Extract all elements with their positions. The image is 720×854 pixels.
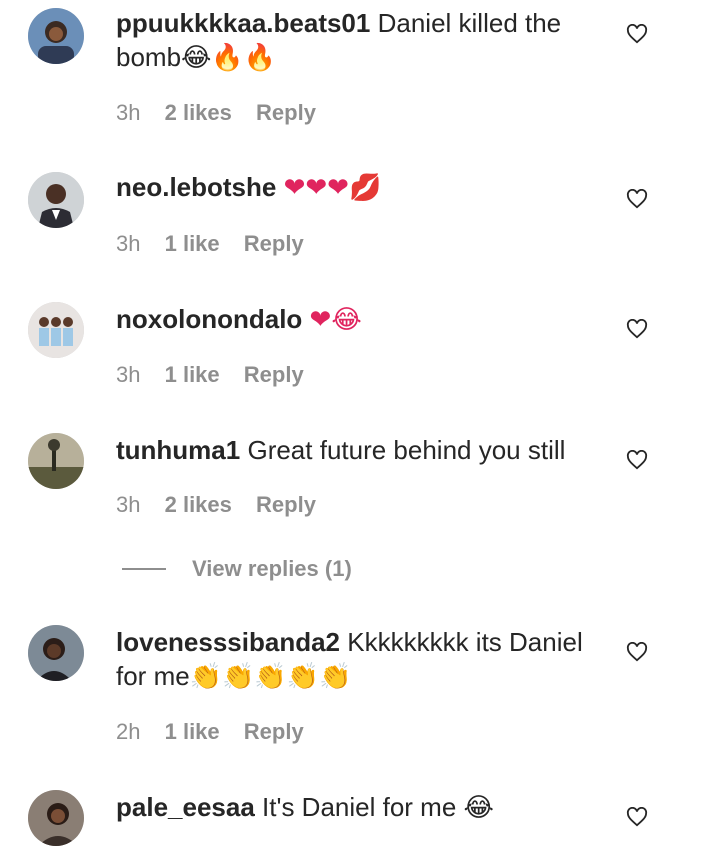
likes-count[interactable]: 2 likes	[165, 492, 232, 518]
avatar[interactable]	[28, 433, 84, 489]
comment-emoji: 😂🔥🔥	[181, 43, 277, 73]
reply-button[interactable]: Reply	[244, 362, 304, 388]
avatar[interactable]	[28, 302, 84, 358]
comment-meta: 3h 1 like Reply	[116, 362, 322, 388]
comment-emoji: ❤😂	[309, 305, 362, 335]
heart-icon[interactable]	[626, 24, 648, 44]
comment-body: It's Daniel for me	[262, 792, 457, 822]
heart-icon[interactable]	[626, 189, 648, 209]
comment-username[interactable]: noxolonondalo	[116, 304, 302, 334]
comment-body: Great future behind you still	[247, 435, 566, 465]
avatar[interactable]	[28, 172, 84, 228]
comment-time: 3h	[116, 100, 141, 125]
comment-text: tunhuma1 Great future behind you still	[116, 433, 596, 467]
likes-count[interactable]: 1 like	[165, 719, 220, 745]
comment-emoji: ❤❤❤💋	[283, 173, 382, 203]
reply-button[interactable]: Reply	[256, 492, 316, 518]
avatar[interactable]	[28, 790, 84, 846]
heart-icon[interactable]	[626, 642, 648, 662]
comment-meta: 3h 2 likes Reply	[116, 100, 334, 126]
heart-icon[interactable]	[626, 807, 648, 827]
avatar[interactable]	[28, 8, 84, 64]
comment-time: 3h	[116, 362, 141, 387]
view-replies-label: View replies (1)	[192, 556, 352, 581]
comment-username[interactable]: neo.lebotshe	[116, 172, 276, 202]
comment-username[interactable]: pale_eesaa	[116, 792, 255, 822]
comment-meta: 3h 2 likes Reply	[116, 492, 334, 518]
comment-text: pale_eesaa It's Daniel for me 😂	[116, 790, 596, 825]
comment-username[interactable]: lovenesssibanda2	[116, 627, 340, 657]
heart-icon[interactable]	[626, 450, 648, 470]
comment-emoji: 😂	[463, 793, 494, 823]
likes-count[interactable]: 2 likes	[165, 100, 232, 126]
reply-button[interactable]: Reply	[244, 719, 304, 745]
comment-text: neo.lebotshe ❤❤❤💋	[116, 170, 596, 205]
comment-text: lovenesssibanda2 Kkkkkkkkk its Daniel fo…	[116, 625, 596, 694]
comment-time: 2h	[116, 719, 141, 744]
reply-button[interactable]: Reply	[244, 231, 304, 257]
avatar[interactable]	[28, 625, 84, 681]
comment-time: 3h	[116, 492, 141, 517]
likes-count[interactable]: 1 like	[165, 231, 220, 257]
divider-line	[122, 568, 166, 570]
comment-emoji: 👏👏👏👏👏	[189, 662, 352, 692]
comment-meta: 3h 1 like Reply	[116, 231, 322, 257]
comment-username[interactable]: ppuukkkkaa.beats01	[116, 8, 370, 38]
comment-username[interactable]: tunhuma1	[116, 435, 240, 465]
view-replies-button[interactable]: View replies (1)	[122, 556, 352, 582]
comment-text: ppuukkkkaa.beats01 Daniel killed the bom…	[116, 6, 596, 75]
comment-time: 3h	[116, 231, 141, 256]
heart-icon[interactable]	[626, 319, 648, 339]
likes-count[interactable]: 1 like	[165, 362, 220, 388]
reply-button[interactable]: Reply	[256, 100, 316, 126]
comment-text: noxolonondalo ❤😂	[116, 302, 596, 337]
comment-meta: 2h 1 like Reply	[116, 719, 322, 745]
